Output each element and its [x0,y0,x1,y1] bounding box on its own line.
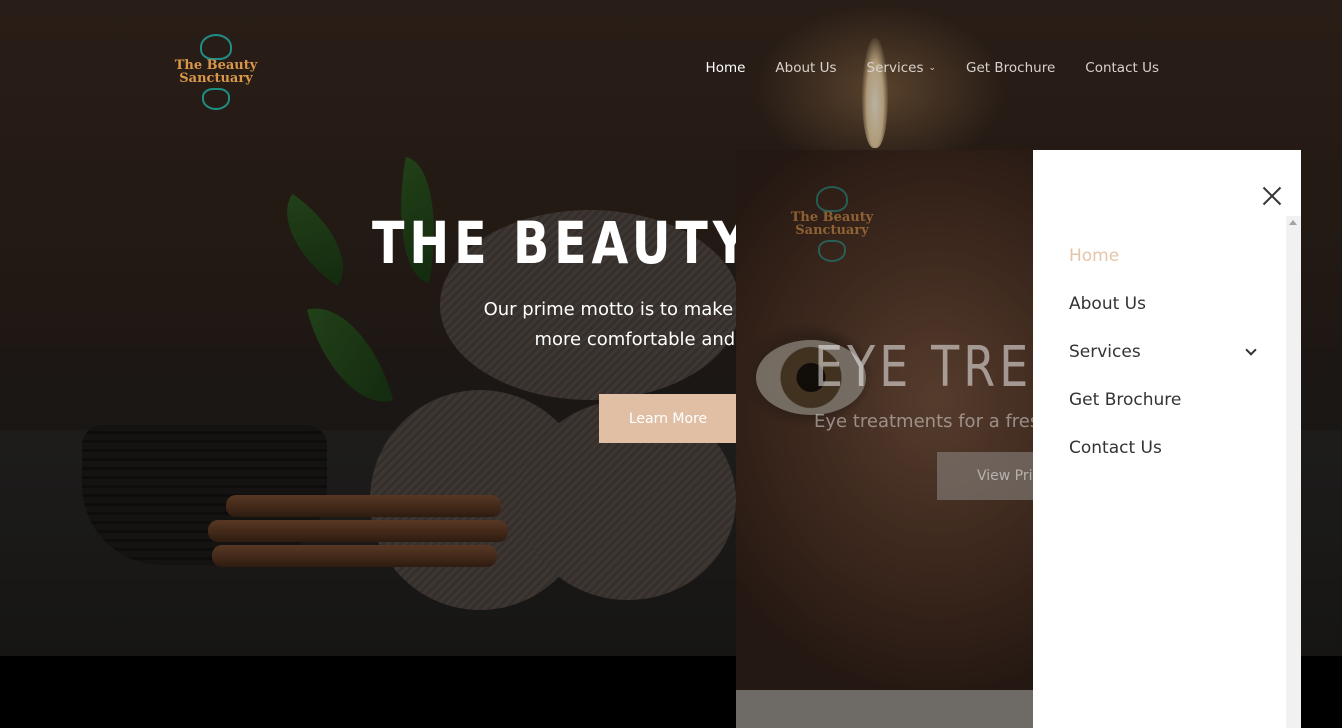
nav-item-contact-us[interactable]: Contact Us [1070,58,1174,78]
drawer-item-services[interactable]: Services [1069,340,1259,388]
slide-subtitle: Eye treatments for a fresh look [814,411,1033,432]
offcanvas-menu: Home About Us Services Get Brochure Cont… [1033,150,1301,728]
chevron-down-icon: ⌄ [928,63,937,73]
slide-title: EYE TREATMENTS [814,335,1033,400]
nav-item-home[interactable]: Home [691,58,761,78]
logo-ornament-icon [818,240,846,262]
scrollbar[interactable] [1286,216,1301,728]
nav-item-get-brochure[interactable]: Get Brochure [951,58,1070,78]
close-icon[interactable] [1261,185,1283,207]
drawer-item-home[interactable]: Home [1069,244,1259,292]
logo-ornament-icon [202,88,230,110]
view-prices-button[interactable]: View Prices [937,452,1033,500]
logo-text: The Beauty Sanctuary [174,58,258,86]
drawer-item-about-us[interactable]: About Us [1069,292,1259,340]
site-logo[interactable]: The Beauty Sanctuary [170,34,262,114]
drawer-item-get-brochure[interactable]: Get Brochure [1069,388,1259,436]
slide-eye-treatments: The BeautySanctuary EYE TREATMENTS Eye t… [736,150,1033,728]
drawer-nav: Home About Us Services Get Brochure Cont… [1069,244,1259,484]
learn-more-button[interactable]: Learn More [599,394,749,443]
main-nav: Home About Us Services ⌄ Get Brochure Con… [691,58,1174,78]
logo-ornament-icon [816,186,848,212]
drawer-item-contact-us[interactable]: Contact Us [1069,436,1259,484]
nav-item-about-us[interactable]: About Us [760,58,851,78]
nav-item-services[interactable]: Services ⌄ [852,58,951,78]
scroll-up-icon[interactable] [1289,220,1297,225]
chevron-down-icon[interactable] [1245,344,1257,356]
logo-ornament-icon [200,34,232,60]
slide-logo: The Beauty Sanctuary [786,186,878,266]
